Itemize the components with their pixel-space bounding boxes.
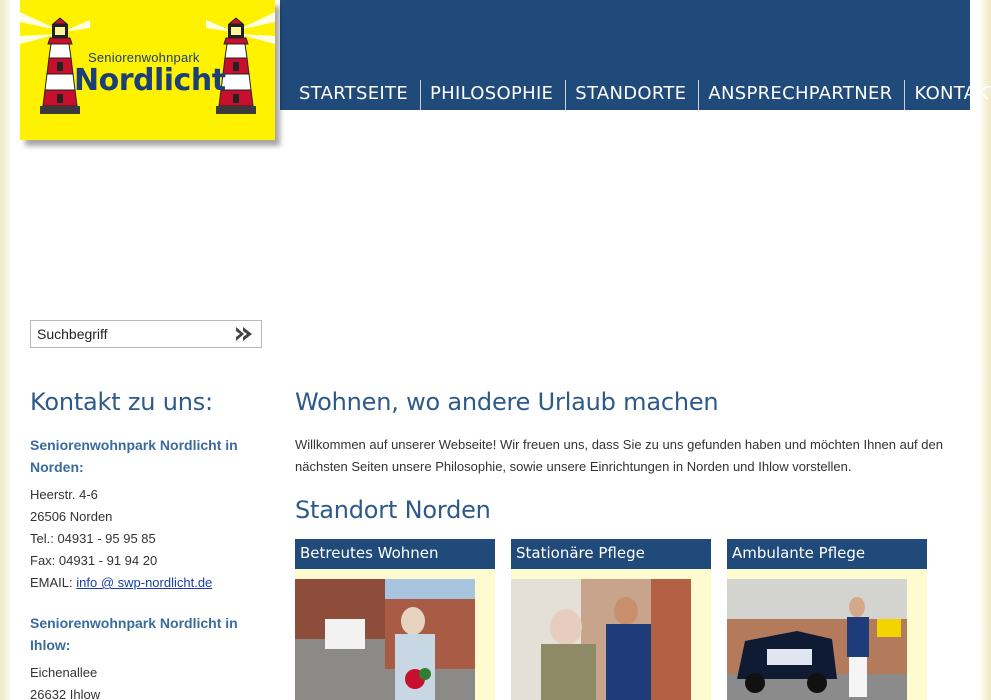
- sidebar-contact: Kontakt zu uns: Seniorenwohnpark Nordlic…: [30, 388, 260, 700]
- address-fax: Fax: 04931 - 91 94 20: [30, 553, 158, 568]
- nav-item-standorte[interactable]: STANDORTE: [565, 80, 698, 110]
- card-title[interactable]: Ambulante Pflege: [727, 539, 927, 569]
- address-city: 26632 Ihlow: [30, 687, 101, 700]
- intro-text: Willkommen auf unserer Webseite! Wir fre…: [295, 437, 943, 474]
- location-name-norden: Seniorenwohnpark Nordlicht in Norden:: [30, 437, 238, 475]
- site-logo[interactable]: Seniorenwohnpark Nordlicht: [20, 0, 275, 140]
- card-photo-senior-bike[interactable]: [295, 579, 475, 700]
- nav-item-philosophie[interactable]: PHILOSOPHIE: [420, 80, 565, 110]
- address-phone: Tel.: 04931 - 95 95 85: [30, 531, 156, 546]
- main-content: Wohnen, wo andere Urlaub machen Willkomm…: [295, 388, 960, 524]
- nav-item-ansprechpartner[interactable]: ANSPRECHPARTNER: [698, 80, 904, 110]
- address-city: 26506 Norden: [30, 509, 113, 524]
- main-nav: STARTSEITE PHILOSOPHIE STANDORTE ANSPREC…: [290, 80, 991, 110]
- email-link[interactable]: info @ swp-nordlicht.de: [76, 575, 212, 590]
- card-ambulante-pflege: Ambulante Pflege: [727, 539, 927, 700]
- page-wrapper: Seniorenwohnpark Nordlicht STARTSEITE PH…: [10, 0, 991, 700]
- section-title-standort: Standort Norden: [295, 496, 491, 524]
- logo-title: Nordlicht: [74, 63, 226, 98]
- card-stationaere-pflege: Stationäre Pflege: [511, 539, 711, 700]
- card-photo-care[interactable]: [511, 579, 691, 700]
- address-street: Eichenallee: [30, 665, 98, 680]
- card-title[interactable]: Stationäre Pflege: [511, 539, 711, 569]
- search-box: [30, 320, 262, 348]
- nav-item-kontakt[interactable]: KONTAKT: [904, 80, 991, 110]
- page-title: Wohnen, wo andere Urlaub machen: [295, 388, 719, 416]
- address-street: Heerstr. 4-6: [30, 487, 98, 502]
- address-email-row: EMAIL: info @ swp-nordlicht.de: [30, 572, 260, 594]
- double-chevron-right-icon[interactable]: [235, 326, 253, 342]
- page-border-left: [0, 0, 10, 700]
- sidebar-title: Kontakt zu uns:: [30, 388, 213, 416]
- email-label: EMAIL:: [30, 575, 73, 590]
- card-title[interactable]: Betreutes Wohnen: [295, 539, 495, 569]
- search-input[interactable]: [32, 322, 232, 346]
- card-betreutes-wohnen: Betreutes Wohnen: [295, 539, 495, 700]
- service-cards: Betreutes Wohnen Stationäre Pflege Ambul…: [295, 539, 935, 700]
- nav-item-startseite[interactable]: STARTSEITE: [290, 80, 420, 110]
- location-name-ihlow: Seniorenwohnpark Nordlicht in Ihlow:: [30, 615, 238, 653]
- card-photo-car[interactable]: [727, 579, 907, 700]
